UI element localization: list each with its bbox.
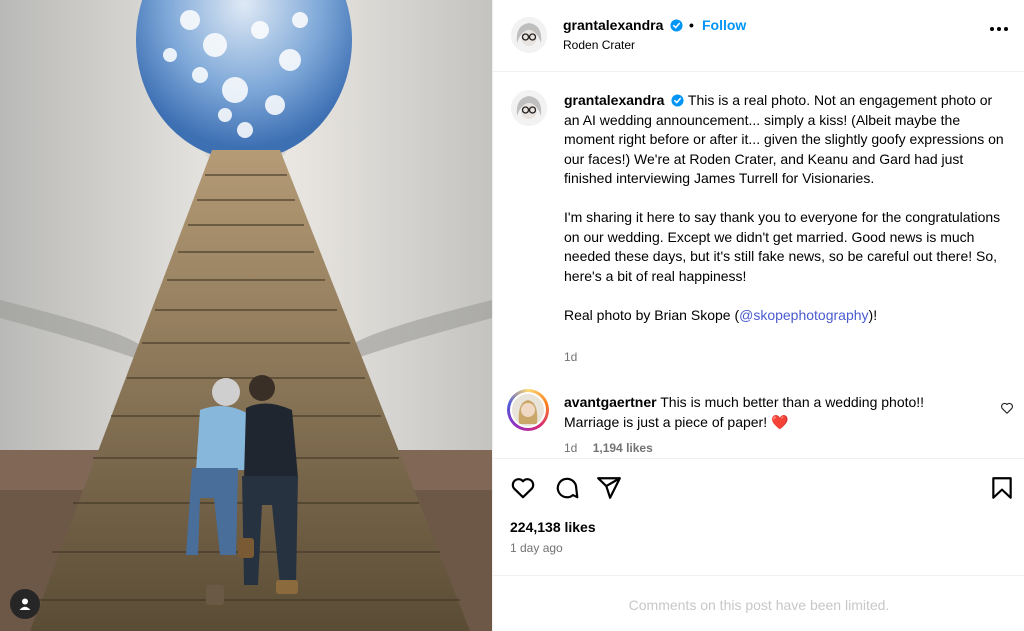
user-icon (19, 598, 31, 610)
username-text[interactable]: grantalexandra (563, 17, 663, 33)
comment-like-heart-icon[interactable] (1000, 401, 1014, 415)
comment-likes[interactable]: 1,194 likes (593, 441, 653, 455)
bookmark-icon[interactable] (989, 475, 1015, 501)
comments-limited-notice: Comments on this post have been limited. (493, 575, 1024, 631)
caption-paragraph-3-prefix: Real photo by Brian Skope ( (564, 306, 740, 323)
photo-illustration (0, 0, 492, 631)
avatar-illustration (511, 17, 547, 53)
heart-emoji: ❤️ (771, 414, 789, 430)
heart-icon[interactable] (510, 475, 536, 501)
caption-timestamp[interactable]: 1d (564, 350, 577, 364)
caption-paragraph-3-suffix: )! (868, 306, 878, 323)
post-photo[interactable] (0, 0, 492, 631)
likes-count[interactable]: 224,138 likes (510, 519, 596, 535)
follow-button[interactable]: Follow (702, 17, 746, 33)
verified-badge-icon (670, 19, 683, 32)
post-header: grantalexandra • Follow Roden Crater (493, 0, 1024, 72)
caption-paragraph-2: I'm sharing it here to say thank you to … (564, 209, 1001, 284)
caption-username[interactable]: grantalexandra (564, 92, 664, 108)
caption-author-avatar[interactable] (511, 90, 547, 126)
author-avatar[interactable] (511, 17, 547, 53)
post-actions (493, 458, 1024, 518)
share-icon[interactable] (596, 475, 622, 501)
author-username[interactable]: grantalexandra (563, 17, 683, 33)
comment-meta: 1d 1,194 likes (564, 441, 653, 455)
post-caption: grantalexandra This is a real photo. Not… (564, 91, 1004, 345)
post-date[interactable]: 1 day ago (510, 541, 563, 555)
avatar-illustration (511, 90, 547, 126)
tagged-people-button[interactable] (10, 589, 40, 619)
more-options-icon[interactable] (989, 26, 1009, 32)
post-location[interactable]: Roden Crater (563, 38, 635, 52)
separator-dot: • (689, 17, 694, 33)
comment-body: avantgaertner This is much better than a… (564, 392, 964, 432)
post-panel: grantalexandra • Follow Roden Crater gra… (492, 0, 1024, 631)
commenter-avatar[interactable] (510, 392, 546, 428)
comment-icon[interactable] (554, 475, 580, 501)
commenter-username[interactable]: avantgaertner (564, 394, 657, 410)
avatar-illustration (512, 394, 544, 426)
comment-timestamp[interactable]: 1d (564, 441, 577, 455)
mention-link[interactable]: @skopephotography (739, 307, 868, 323)
verified-badge-icon (671, 94, 684, 107)
